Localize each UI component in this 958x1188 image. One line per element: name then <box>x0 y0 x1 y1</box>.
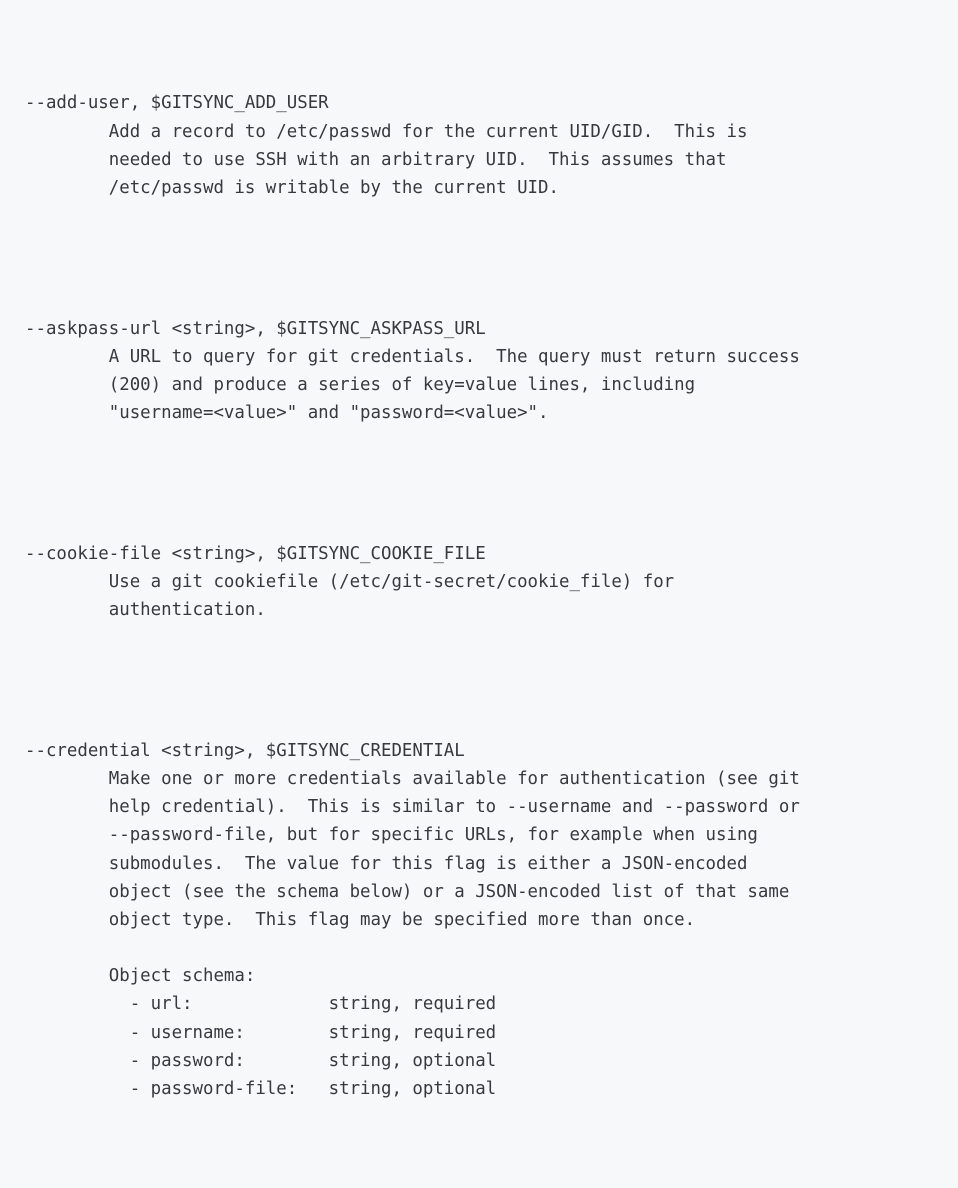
flag-description-line: A URL to query for git credentials. The … <box>25 346 800 367</box>
object-schema-heading: Object schema: <box>25 966 256 987</box>
flag-description-line: /etc/passwd is writable by the current U… <box>25 177 559 198</box>
object-schema-row: - password-file: string, optional <box>25 1078 497 1099</box>
flag-help-listing: --add-user, $GITSYNC_ADD_USER Add a reco… <box>0 2 958 1188</box>
flag-description-line: object type. This flag may be specified … <box>25 909 696 930</box>
flag-entry-add-user: --add-user, $GITSYNC_ADD_USER Add a reco… <box>25 89 958 202</box>
flag-description-line: help credential). This is similar to --u… <box>25 797 800 818</box>
flag-signature: --add-user, $GITSYNC_ADD_USER <box>25 93 329 114</box>
blank-separator <box>25 624 958 652</box>
object-schema-row: - password: string, optional <box>25 1050 497 1071</box>
flag-description-line: submodules. The value for this flag is e… <box>25 853 748 874</box>
flag-description-line: Use a git cookiefile (/etc/git-secret/co… <box>25 572 675 593</box>
flag-description-line: needed to use SSH with an arbitrary UID.… <box>25 149 727 170</box>
help-text-page: --add-user, $GITSYNC_ADD_USER Add a reco… <box>0 0 958 1099</box>
flag-description-line: Make one or more credentials available f… <box>25 769 800 790</box>
object-schema-row: - username: string, required <box>25 1022 497 1043</box>
blank-separator <box>25 202 958 230</box>
flag-entry-credential: --credential <string>, $GITSYNC_CREDENTI… <box>25 737 958 1103</box>
flag-entry-cookie-file: --cookie-file <string>, $GITSYNC_COOKIE_… <box>25 540 958 624</box>
flag-signature: --askpass-url <string>, $GITSYNC_ASKPASS… <box>25 318 486 339</box>
blank-separator <box>25 934 958 962</box>
object-schema-row: - url: string, required <box>25 994 497 1015</box>
flag-description-line: object (see the schema below) or a JSON-… <box>25 881 790 902</box>
flag-description-line: --password-file, but for specific URLs, … <box>25 825 758 846</box>
flag-entry-askpass-url: --askpass-url <string>, $GITSYNC_ASKPASS… <box>25 315 958 428</box>
flag-signature: --cookie-file <string>, $GITSYNC_COOKIE_… <box>25 543 486 564</box>
flag-description-line: "username=<value>" and "password=<value>… <box>25 403 549 424</box>
flag-description-line: Add a record to /etc/passwd for the curr… <box>25 121 748 142</box>
blank-separator <box>25 427 958 455</box>
flag-signature: --credential <string>, $GITSYNC_CREDENTI… <box>25 741 465 762</box>
flag-description-line: (200) and produce a series of key=value … <box>25 375 696 396</box>
flag-description-line: authentication. <box>25 600 266 621</box>
